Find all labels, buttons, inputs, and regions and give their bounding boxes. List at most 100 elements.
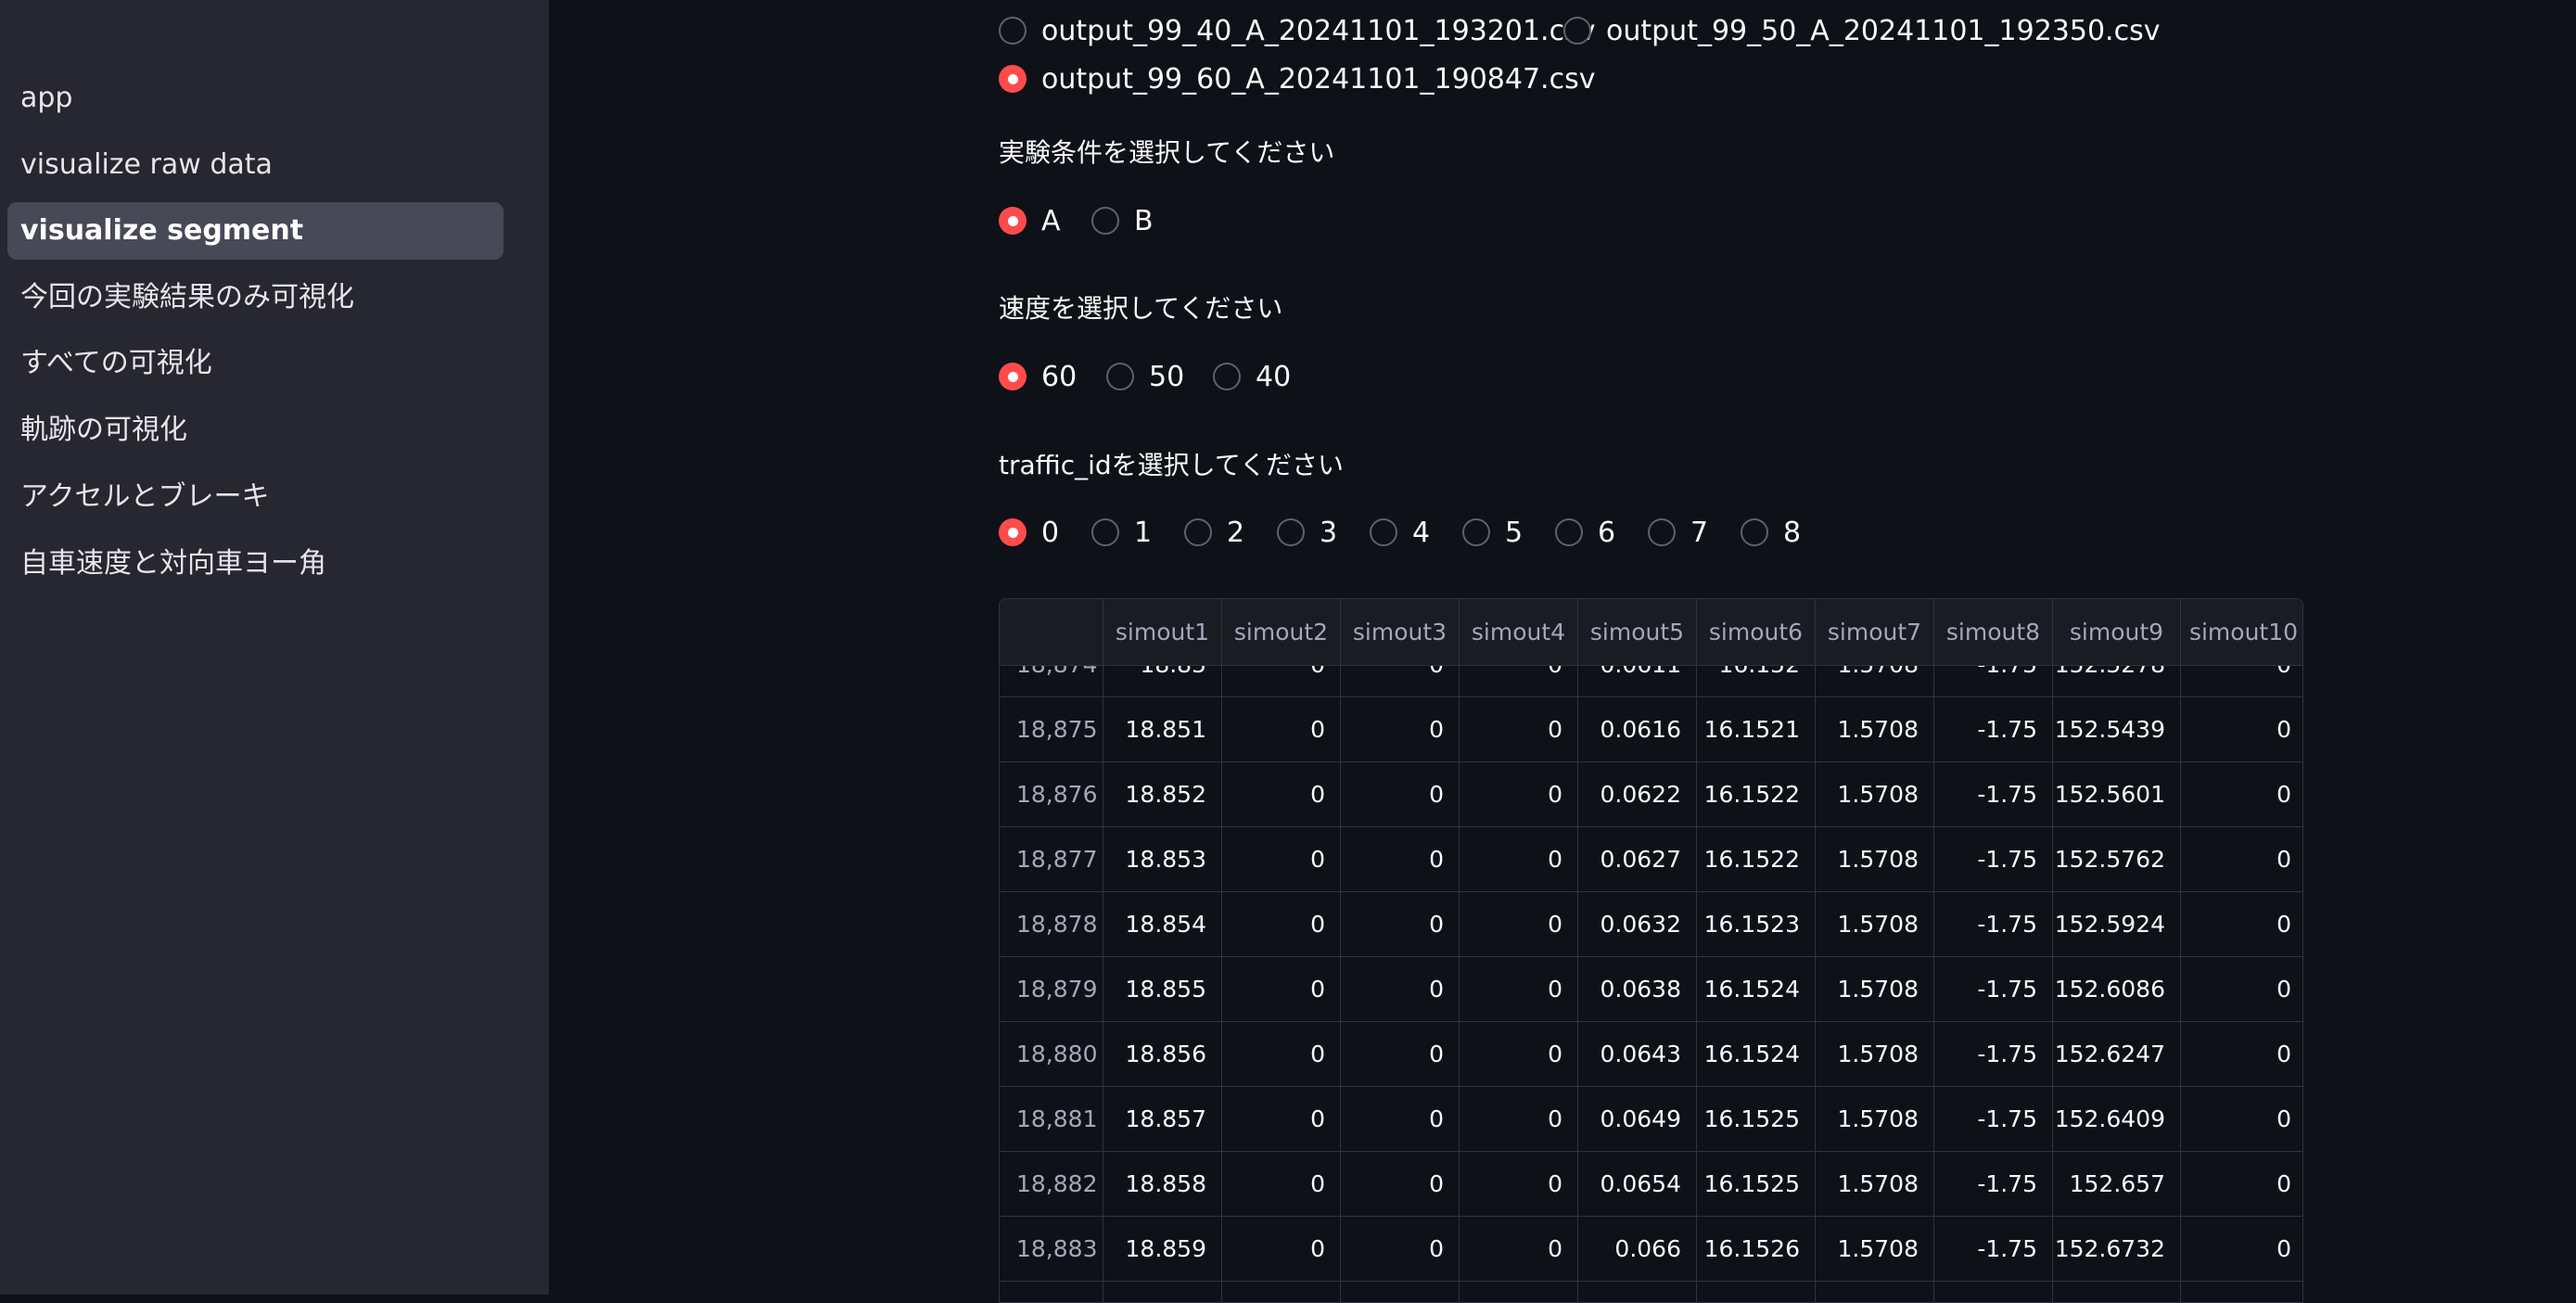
column-header[interactable]: simout3 [1341,599,1460,665]
table-cell[interactable]: 0 [2181,665,2302,697]
row-index-cell[interactable]: 18,882 [1000,1152,1103,1217]
table-cell[interactable]: 0 [1341,762,1460,827]
radio-circle[interactable] [1563,17,1591,45]
row-index-cell[interactable]: 18,877 [1000,827,1103,892]
row-index-cell[interactable]: 18,881 [1000,1087,1103,1152]
table-cell[interactable]: 152.5439 [2053,697,2181,762]
column-header[interactable]: simout2 [1222,599,1341,665]
radio-circle[interactable] [1213,363,1241,390]
condition-option-a[interactable]: A [999,202,1061,239]
table-cell[interactable]: 16.1525 [1697,1152,1816,1217]
radio-circle[interactable] [999,17,1027,45]
radio-circle[interactable] [1091,518,1119,546]
table-row[interactable]: 18,880 18.856 0 0 0 0.0643 16.1524 1.5708 -1.75 1… [1000,1022,2302,1087]
table-cell[interactable] [2053,1282,2181,1302]
table-cell[interactable]: 0 [1222,1152,1341,1217]
table-cell[interactable]: 152.6086 [2053,957,2181,1022]
radio-circle-selected[interactable] [999,518,1027,546]
table-cell[interactable]: 152.6732 [2053,1217,2181,1282]
table-cell[interactable]: 0 [2181,827,2302,892]
table-cell[interactable]: 0 [1341,1152,1460,1217]
table-cell[interactable] [1934,1282,2053,1302]
table-cell[interactable]: 0 [1460,1022,1578,1087]
table-cell[interactable]: 0 [1222,1087,1341,1152]
table-cell[interactable]: 1.5708 [1816,957,1934,1022]
traffic-option-6[interactable]: 6 [1555,514,1615,551]
table-cell[interactable]: 152.6247 [2053,1022,2181,1087]
table-cell[interactable]: 1.5708 [1816,665,1934,697]
table-cell[interactable]: 16.1521 [1697,697,1816,762]
table-cell[interactable]: 0 [1341,1022,1460,1087]
traffic-option-1[interactable]: 1 [1091,514,1152,551]
table-cell[interactable]: 0 [1222,1217,1341,1282]
table-cell[interactable]: 18.85 [1103,665,1222,697]
sidebar-item-current-results[interactable]: 今回の実験結果のみ可視化 [7,269,504,326]
table-cell[interactable]: 18.853 [1103,827,1222,892]
table-cell[interactable]: 152.5278 [2053,665,2181,697]
row-index-cell[interactable]: 18,883 [1000,1217,1103,1282]
column-header[interactable]: simout1 [1103,599,1222,665]
table-cell[interactable]: 0 [1222,665,1341,697]
table-cell[interactable]: -1.75 [1934,1087,2053,1152]
table-cell[interactable]: 0 [1222,762,1341,827]
column-header[interactable]: simout10 [2181,599,2302,665]
table-cell[interactable]: 1.5708 [1816,1022,1934,1087]
sidebar-item-visualize-all[interactable]: すべての可視化 [7,335,504,392]
table-row[interactable]: 18,876 18.852 0 0 0 0.0622 16.1522 1.5708 -1.75 1… [1000,762,2302,827]
table-cell[interactable]: 18.854 [1103,892,1222,957]
column-header[interactable]: simout7 [1816,599,1934,665]
condition-option-b[interactable]: B [1091,202,1154,239]
table-row[interactable]: 18,875 18.851 0 0 0 0.0616 16.1521 1.5708 -1.75 1… [1000,697,2302,762]
table-row[interactable]: 18,877 18.853 0 0 0 0.0627 16.1522 1.5708 -1.75 1… [1000,827,2302,892]
table-cell[interactable]: 16.152 [1697,665,1816,697]
table-cell[interactable]: 0 [1341,892,1460,957]
table-cell[interactable]: 0 [1222,1022,1341,1087]
row-index-cell[interactable]: 18,876 [1000,762,1103,827]
table-cell[interactable]: 18.851 [1103,697,1222,762]
table-cell[interactable] [2181,1282,2302,1302]
table-cell[interactable]: 16.1525 [1697,1087,1816,1152]
traffic-option-7[interactable]: 7 [1648,514,1708,551]
sidebar-item-app[interactable]: app [7,70,504,127]
table-cell[interactable]: 0 [2181,762,2302,827]
table-cell[interactable]: 16.1526 [1697,1217,1816,1282]
table-cell[interactable]: -1.75 [1934,1217,2053,1282]
table-cell[interactable]: 0 [2181,1087,2302,1152]
table-cell[interactable]: 0 [2181,1217,2302,1282]
table-cell[interactable]: 0.0638 [1578,957,1697,1022]
table-cell[interactable]: 18.852 [1103,762,1222,827]
table-cell[interactable]: 0 [2181,1152,2302,1217]
table-cell[interactable] [1578,1282,1697,1302]
row-index-cell[interactable]: 18,879 [1000,957,1103,1022]
row-index-cell[interactable]: 18,874 [1000,665,1103,697]
table-cell[interactable]: 1.5708 [1816,1087,1934,1152]
table-cell[interactable]: 0 [2181,1022,2302,1087]
table-row[interactable]: 18,881 18.857 0 0 0 0.0649 16.1525 1.5708 -1.75 1… [1000,1087,2302,1152]
table-cell[interactable] [1697,1282,1816,1302]
traffic-option-4[interactable]: 4 [1370,514,1430,551]
table-row[interactable] [1000,1282,2302,1302]
table-cell[interactable]: -1.75 [1934,1152,2053,1217]
table-cell[interactable]: 152.5924 [2053,892,2181,957]
table-cell[interactable]: 0 [1460,827,1578,892]
table-cell[interactable]: 0.0616 [1578,697,1697,762]
radio-circle[interactable] [1370,518,1397,546]
file-option-50[interactable]: output_99_50_A_20241101_192350.csv [1563,12,2160,49]
row-index-cell[interactable] [1000,1282,1103,1302]
table-cell[interactable]: 0.0649 [1578,1087,1697,1152]
table-cell[interactable]: 0 [1460,762,1578,827]
table-cell[interactable]: 16.1524 [1697,1022,1816,1087]
column-header[interactable]: simout4 [1460,599,1578,665]
table-row[interactable]: 18,882 18.858 0 0 0 0.0654 16.1525 1.5708 -1.75 1… [1000,1152,2302,1217]
table-row[interactable]: 18,879 18.855 0 0 0 0.0638 16.1524 1.5708 -1.75 1… [1000,957,2302,1022]
table-cell[interactable] [1816,1282,1934,1302]
sidebar-item-speed-yaw[interactable]: 自車速度と対向車ヨー角 [7,535,504,593]
radio-circle[interactable] [1741,518,1768,546]
sidebar-item-visualize-segment[interactable]: visualize segment [7,202,504,260]
table-cell[interactable]: 18.858 [1103,1152,1222,1217]
table-cell[interactable]: 0 [1460,957,1578,1022]
table-cell[interactable]: 0 [2181,697,2302,762]
table-cell[interactable]: 0 [1341,1087,1460,1152]
table-cell[interactable]: 0 [1460,1152,1578,1217]
table-cell[interactable]: 1.5708 [1816,1152,1934,1217]
